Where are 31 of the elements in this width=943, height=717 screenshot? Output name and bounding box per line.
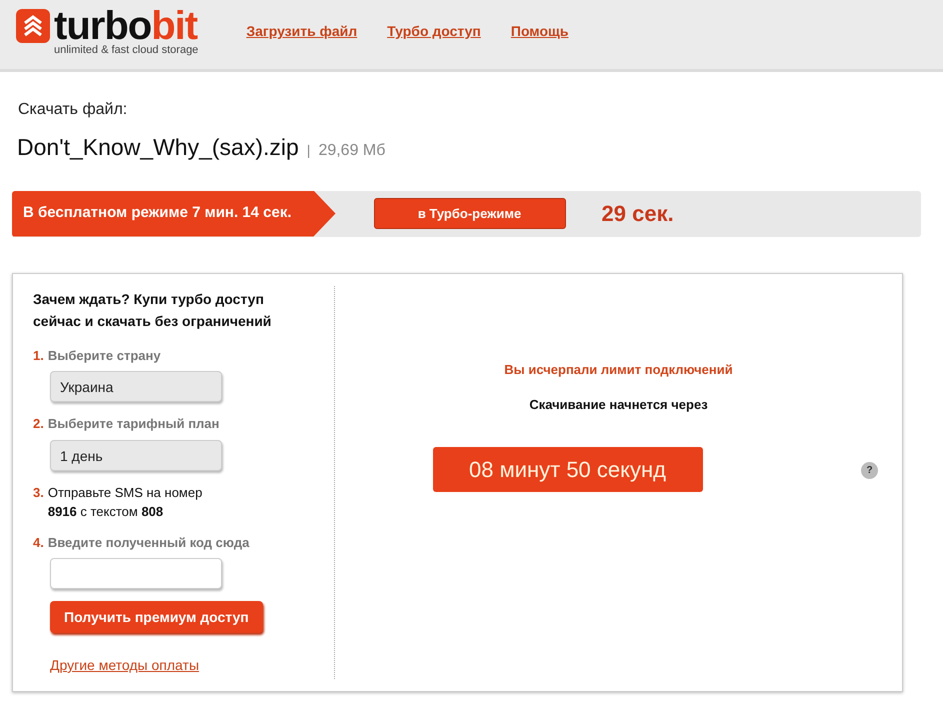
step-text: Отправьте SMS на номер 8916 с текстом 808	[48, 484, 202, 520]
nav-link[interactable]: Помощь	[510, 21, 568, 42]
premium-button[interactable]: Получить премиум доступ	[50, 601, 263, 633]
step-label: Выберите тарифный план	[48, 415, 220, 433]
payment-methods-link[interactable]: Другие методы оплаты	[50, 655, 200, 676]
download-label: Скачать файл:	[18, 100, 128, 120]
download-starts-text: Скачивание начнется через	[529, 396, 708, 414]
turbo-time: 29 сек.	[602, 200, 674, 228]
logo-tagline: unlimited & fast cloud storage	[54, 44, 198, 56]
step-number: 3.	[33, 484, 44, 502]
nav-link[interactable]: Турбо доступ	[387, 21, 481, 42]
select-field[interactable]: 1 день	[50, 440, 222, 470]
file-name: Don't_Know_Why_(sax).zip	[17, 133, 299, 162]
step-number: 2.	[33, 415, 44, 433]
file-size: 29,69 Мб	[318, 141, 386, 161]
separator: |	[306, 141, 310, 160]
turbo-mode-button[interactable]: в Турбо-режиме	[374, 198, 566, 229]
limit-message: Вы исчерпали лимит подключений	[504, 360, 733, 379]
step-number: 1.	[33, 346, 44, 364]
select-field[interactable]: Украина	[50, 371, 222, 402]
premium-title: Зачем ждать? Купи турбо доступ сейчас и скачать без ограничений	[33, 290, 272, 331]
logo-icon	[16, 9, 50, 43]
help-icon[interactable]: ?	[861, 462, 878, 478]
step-label: Выберите страну	[48, 346, 161, 365]
code-input-field[interactable]	[50, 558, 222, 589]
free-mode-banner: В бесплатном режиме 7 мин. 14 сек.	[12, 190, 336, 236]
nav-link[interactable]: Загрузить файл	[246, 21, 358, 42]
step-number: 4.	[33, 534, 44, 552]
logo-text: turbobit	[54, 8, 198, 44]
countdown-button[interactable]: 08 минут 50 секунд	[432, 446, 702, 492]
step-label: Введите полученный код сюда	[48, 534, 250, 552]
